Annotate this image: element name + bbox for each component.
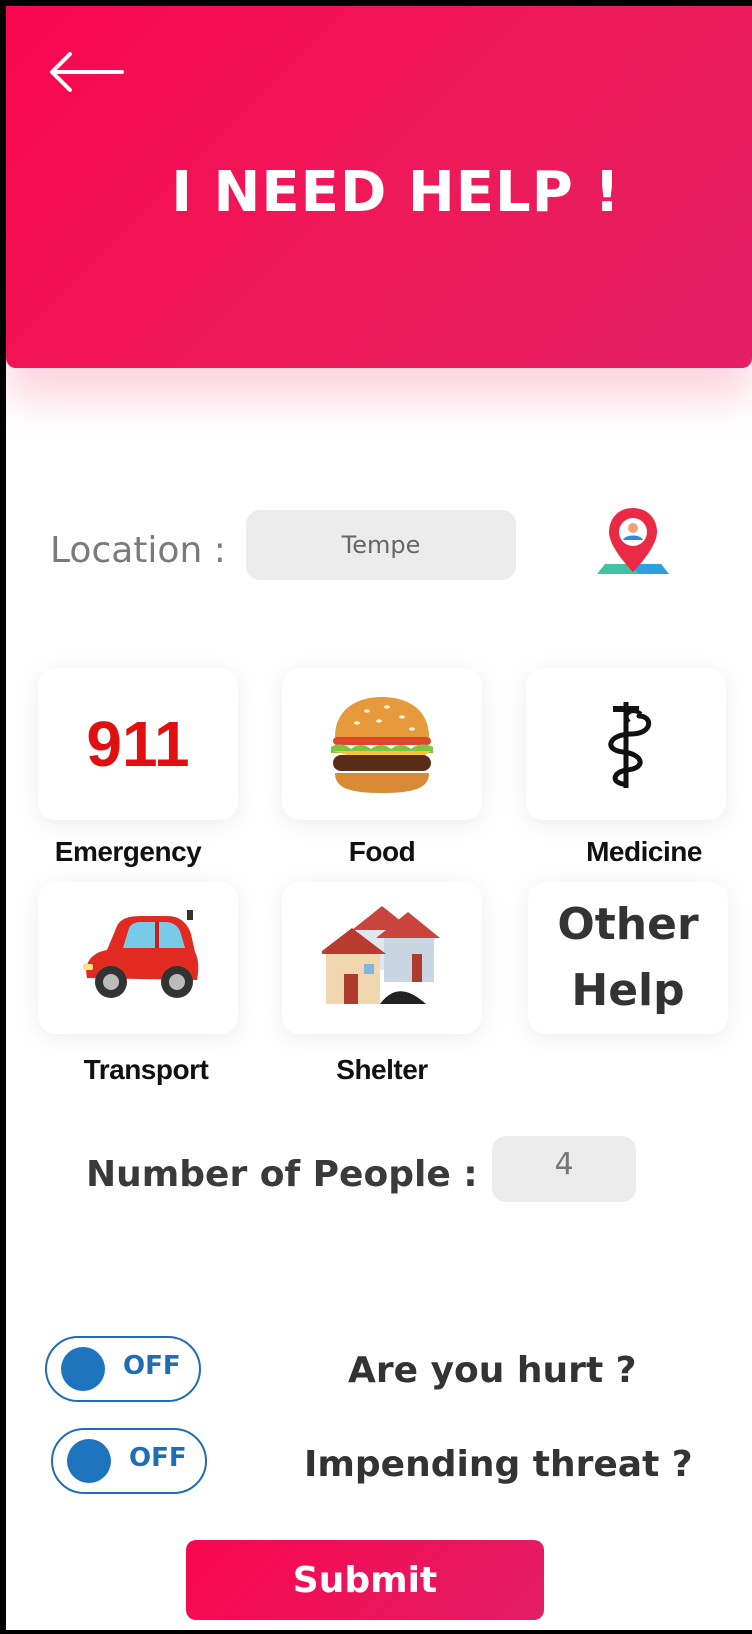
header: I NEED HELP ! — [6, 6, 752, 368]
car-icon — [83, 910, 199, 998]
toggle-state-label: OFF — [123, 1351, 181, 1381]
category-shelter[interactable] — [282, 882, 482, 1034]
threat-toggle[interactable]: OFF — [51, 1428, 207, 1494]
location-input[interactable]: Tempe — [246, 510, 516, 580]
houses-icon — [322, 906, 440, 1004]
category-transport[interactable] — [38, 882, 238, 1034]
people-count-label: Number of People : — [86, 1154, 478, 1195]
page-title: I NEED HELP ! — [171, 160, 621, 225]
map-pin-icon[interactable] — [591, 504, 675, 586]
category-label-shelter: Shelter — [336, 1054, 428, 1085]
category-emergency[interactable]: 911 — [38, 668, 238, 820]
toggle-state-label: OFF — [129, 1443, 187, 1473]
category-other-help[interactable]: Other Help — [528, 882, 728, 1034]
hurt-toggle[interactable]: OFF — [45, 1336, 201, 1402]
category-label-medicine: Medicine — [586, 836, 702, 867]
threat-question: Impending threat ? — [304, 1444, 693, 1485]
category-label-transport: Transport — [83, 1054, 209, 1085]
category-label-emergency: Emergency — [54, 836, 202, 867]
hurt-question: Are you hurt ? — [348, 1350, 637, 1391]
category-medicine[interactable] — [526, 668, 726, 820]
medical-staff-icon — [608, 702, 651, 788]
category-food[interactable] — [282, 668, 482, 820]
help-screen: I NEED HELP ! Location : Tempe 911 Emerg… — [6, 6, 752, 1630]
toggle-knob — [67, 1439, 111, 1483]
people-count-input[interactable]: 4 — [492, 1136, 636, 1202]
toggle-knob — [61, 1347, 105, 1391]
arrow-left-icon[interactable] — [46, 48, 126, 96]
submit-button[interactable]: Submit — [186, 1540, 544, 1620]
emergency-911-icon: 911 — [86, 708, 190, 780]
burger-icon — [331, 697, 433, 793]
category-label-food: Food — [348, 836, 416, 867]
location-label: Location : — [50, 530, 226, 571]
other-help-text: Other Help — [557, 899, 699, 1016]
